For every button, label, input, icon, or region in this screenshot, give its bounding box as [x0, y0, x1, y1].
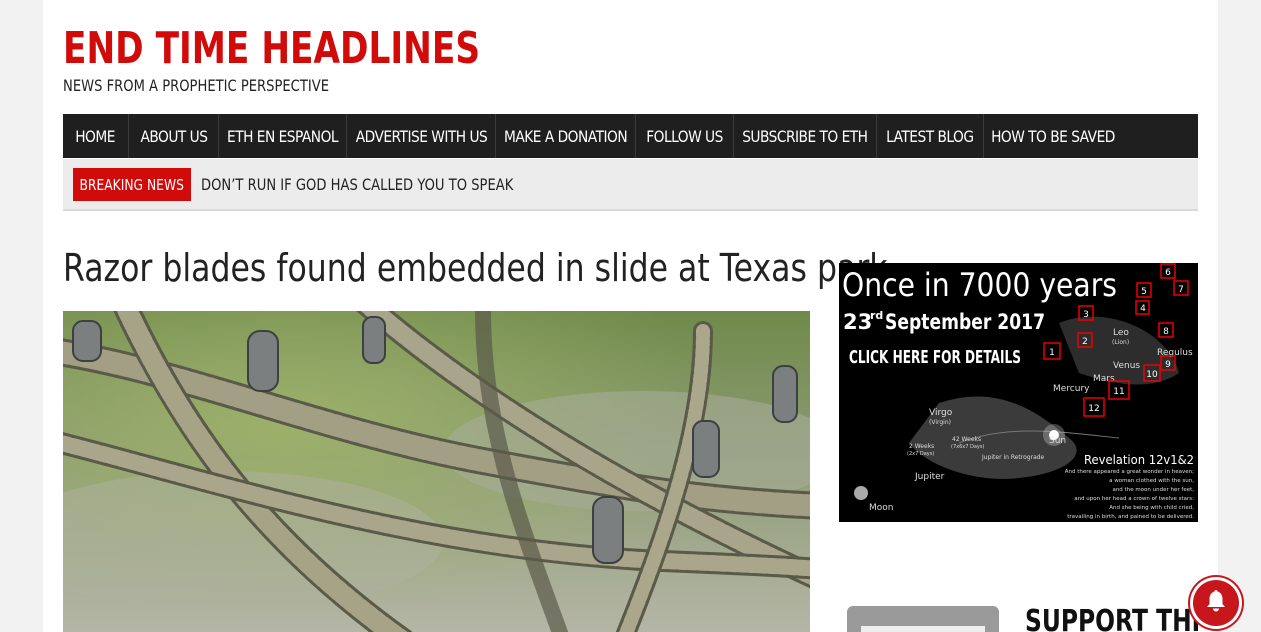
ad-star-3: 3: [1083, 310, 1089, 320]
ad-star-6: 6: [1165, 268, 1171, 278]
ad-verse-1: And there appeared a great wonder in hea…: [1065, 469, 1194, 475]
ad-date-suffix: rd: [870, 309, 883, 322]
ad-label-moon: Moon: [869, 503, 893, 513]
site-title[interactable]: END TIME HEADLINES: [63, 24, 480, 74]
ad-label-venus: Venus: [1113, 361, 1140, 371]
ad-date-rest: September 2017: [885, 310, 1045, 334]
nav-item-latest-blog[interactable]: LATEST BLOG: [877, 114, 984, 158]
ad-verse-5: And she being with child cried,: [1109, 505, 1194, 511]
page: END TIME HEADLINES NEWS FROM A PROPHETIC…: [43, 0, 1218, 632]
ad-label-leo-sub: (Lion): [1112, 339, 1129, 346]
ad-label-jupiter: Jupiter: [914, 472, 945, 482]
ad-banner-september-2017[interactable]: Once in 7000 years 23 rd September 2017 …: [839, 263, 1198, 522]
ad-label-two-weeks: 2 Weeks: [909, 443, 934, 450]
ad-verse-4: and upon her head a crown of twelve star…: [1074, 496, 1194, 502]
ad-verse-2: a woman clothed with the sun,: [1109, 478, 1194, 484]
ad-star-2: 2: [1082, 337, 1088, 347]
ad-star-1: 1: [1049, 348, 1055, 358]
rope-net-photo: [63, 311, 810, 632]
ad-label-two-weeks-sub: (2x7 Days): [907, 451, 934, 457]
bell-icon: [1205, 589, 1227, 618]
ad-verse-6: travailing in birth, and pained to be de…: [1067, 514, 1194, 520]
ad-label-virgo-sub: (Virgin): [929, 419, 951, 426]
ad-label-forty-two-weeks-sub: (7x6x7 Days): [951, 444, 984, 450]
ad-graphic: Once in 7000 years 23 rd September 2017 …: [839, 263, 1198, 522]
ad-star-10: 10: [1146, 370, 1158, 380]
ad-label-mercury: Mercury: [1053, 384, 1090, 394]
nav-item-subscribe[interactable]: SUBSCRIBE TO ETH: [734, 114, 877, 158]
nav-item-how-to-be-saved[interactable]: HOW TO BE SAVED: [984, 114, 1122, 158]
ad-star-7: 7: [1178, 285, 1184, 295]
ad-verse-3: and the moon under her feet,: [1112, 487, 1194, 493]
ad-date-day: 23: [843, 310, 872, 334]
ad-star-8: 8: [1163, 327, 1169, 337]
ad-label-virgo: Virgo: [929, 408, 953, 418]
ad-star-4: 4: [1140, 304, 1146, 314]
notification-bell-button[interactable]: [1193, 580, 1239, 626]
ad-star-9: 9: [1165, 360, 1171, 370]
nav-item-home[interactable]: HOME: [63, 114, 129, 158]
breaking-news-headline[interactable]: DON’T RUN IF GOD HAS CALLED YOU TO SPEAK: [201, 175, 513, 194]
ad-star-11: 11: [1113, 387, 1124, 397]
nav-item-make-a-donation[interactable]: MAKE A DONATION: [496, 114, 636, 158]
nav-item-follow-us[interactable]: FOLLOW US: [636, 114, 734, 158]
ad-star-5: 5: [1141, 287, 1147, 297]
ad-cta: CLICK HERE FOR DETAILS: [849, 347, 1021, 368]
support-graphic: [847, 606, 999, 632]
article-title: Razor blades found embedded in slide at …: [63, 246, 888, 290]
main-nav: HOME ABOUT US ETH EN ESPANOL ADVERTISE W…: [63, 114, 1198, 158]
ad-label-sun: Sun: [1049, 436, 1066, 446]
ad-label-forty-two-weeks: 42 Weeks: [952, 436, 981, 443]
nav-item-advertise[interactable]: ADVERTISE WITH US: [347, 114, 496, 158]
ad-label-mars: Mars: [1093, 374, 1115, 384]
support-banner-text: SUPPORT THE: [1025, 604, 1198, 632]
ad-label-leo: Leo: [1113, 328, 1129, 338]
ad-star-12: 12: [1088, 404, 1099, 414]
nav-item-eth-en-espanol[interactable]: ETH EN ESPANOL: [219, 114, 347, 158]
breaking-news-label: BREAKING NEWS: [73, 168, 191, 201]
nav-item-about-us[interactable]: ABOUT US: [129, 114, 219, 158]
ad-headline: Once in 7000 years: [842, 266, 1117, 304]
support-graphic-bars: [861, 626, 985, 632]
article-image: [63, 311, 810, 632]
breaking-news-bar: BREAKING NEWS DON’T RUN IF GOD HAS CALLE…: [63, 159, 1198, 211]
site-tagline: NEWS FROM A PROPHETIC PERSPECTIVE: [63, 76, 330, 95]
support-banner[interactable]: SUPPORT THE: [839, 600, 1198, 632]
ad-revelation: Revelation 12v1&2: [1084, 453, 1194, 467]
ad-label-jupiter-retrograde: Jupiter in Retrograde: [981, 454, 1045, 461]
